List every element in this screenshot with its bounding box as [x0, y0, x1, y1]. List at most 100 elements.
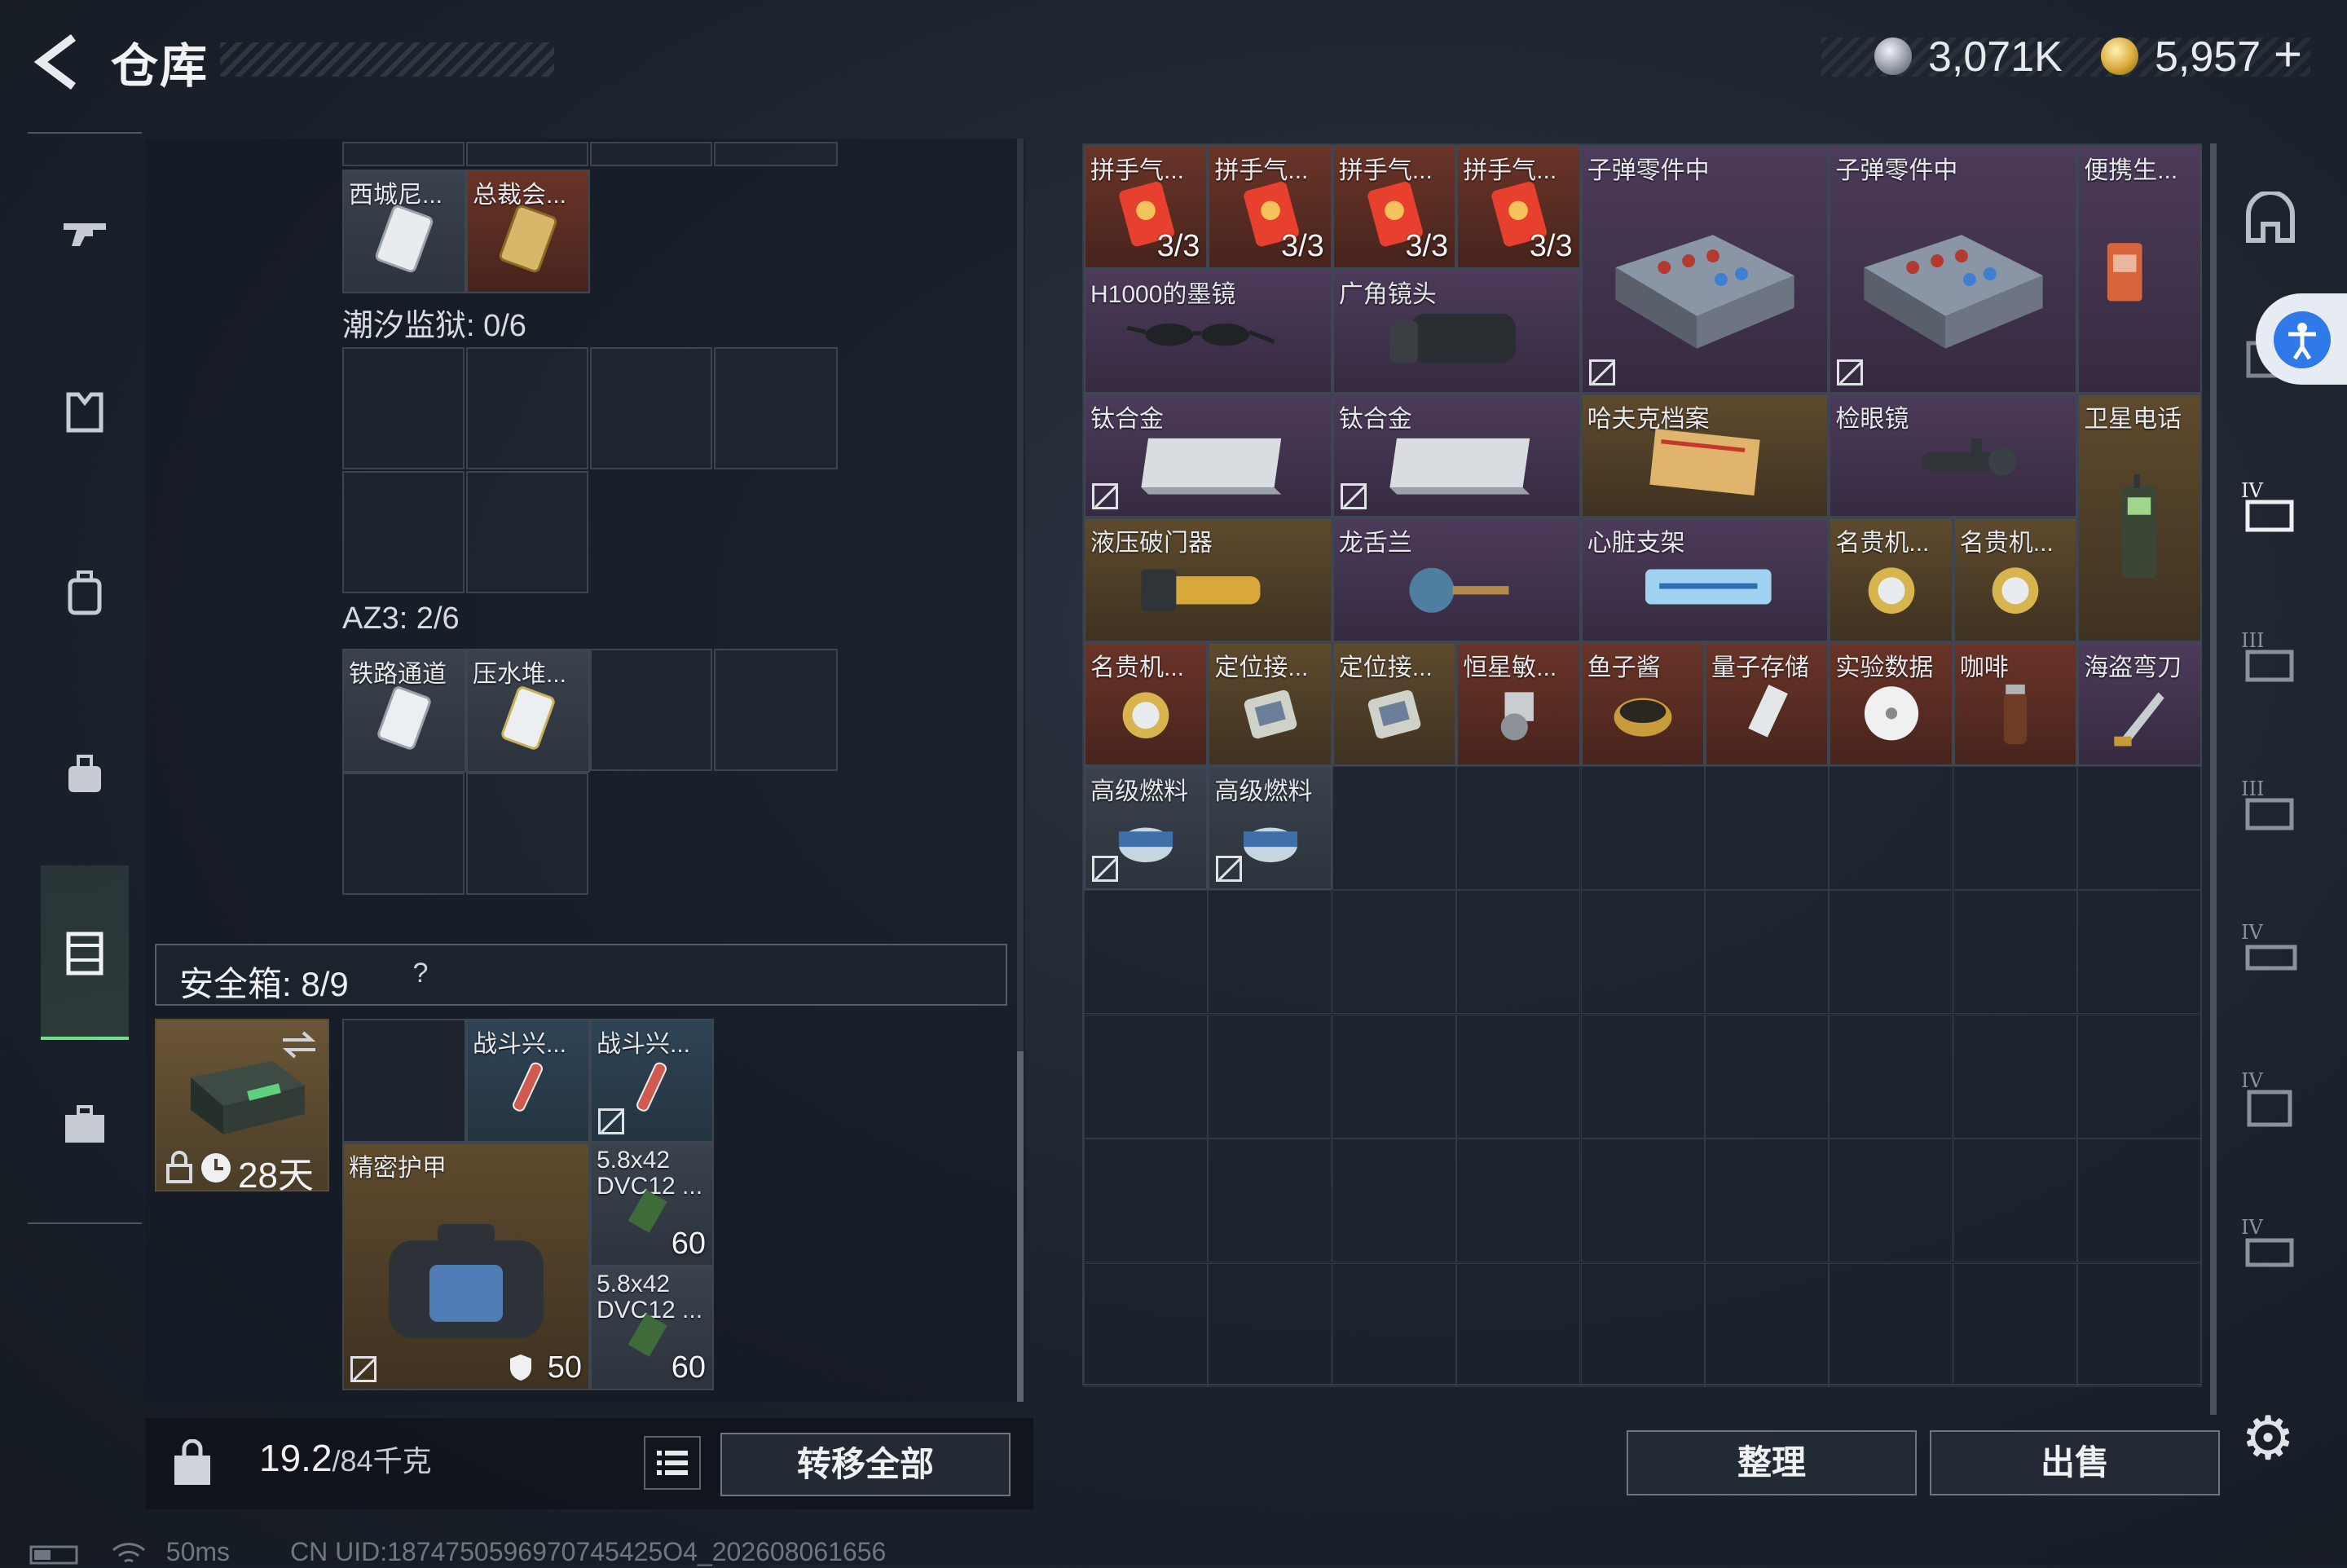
- stash-item[interactable]: 子弹零件中: [1580, 145, 1830, 394]
- stash-item[interactable]: H1000的墨镜: [1084, 269, 1332, 394]
- stash-item[interactable]: 便携生...: [2077, 145, 2202, 394]
- help-icon[interactable]: ?: [401, 954, 440, 993]
- stash-slot[interactable]: [1084, 1262, 1208, 1387]
- stash-item[interactable]: 子弹零件中: [1829, 145, 2078, 394]
- stash-slot[interactable]: [1580, 1014, 1705, 1139]
- stash-slot[interactable]: [1456, 1014, 1581, 1139]
- case-iii-2-icon[interactable]: III: [2231, 768, 2310, 846]
- accessibility-icon[interactable]: [2274, 311, 2331, 368]
- case-iii-icon[interactable]: III: [2231, 619, 2310, 698]
- stash-slot[interactable]: [2077, 890, 2202, 1015]
- stash-slot[interactable]: [1332, 766, 1456, 890]
- stash-slot[interactable]: [1208, 1262, 1332, 1387]
- stash-item[interactable]: 哈夫克档案: [1580, 393, 1830, 518]
- stash-item[interactable]: 海盗弯刀: [2077, 641, 2202, 766]
- slot[interactable]: [466, 142, 588, 166]
- slot[interactable]: [342, 142, 465, 166]
- stash-slot[interactable]: [1829, 766, 1953, 890]
- stash-slot[interactable]: [1456, 766, 1581, 890]
- back-button[interactable]: [24, 29, 90, 95]
- stash-slot[interactable]: [1456, 1262, 1581, 1387]
- stash-slot[interactable]: [1208, 890, 1332, 1015]
- sell-button[interactable]: 出售: [1930, 1430, 2220, 1495]
- case-iv-4-icon[interactable]: IV: [2231, 1059, 2310, 1138]
- stash-slot[interactable]: [1953, 766, 2077, 890]
- stash-item[interactable]: 恒星敏...: [1456, 641, 1581, 766]
- stash-slot[interactable]: [1705, 1262, 1829, 1387]
- stash-slot[interactable]: [1705, 890, 1829, 1015]
- transfer-all-button[interactable]: 转移全部: [720, 1433, 1011, 1496]
- slot[interactable]: [714, 347, 838, 469]
- scrollbar-thumb[interactable]: [1017, 1051, 1024, 1402]
- slot[interactable]: [342, 773, 465, 895]
- stash-item[interactable]: 拼手气... 3/3: [1456, 145, 1581, 270]
- list-view-button[interactable]: [644, 1436, 701, 1490]
- briefcase-icon[interactable]: [60, 1100, 109, 1149]
- gear-icon[interactable]: ⚙: [2241, 1403, 2295, 1473]
- slot[interactable]: [590, 347, 712, 469]
- stash-slot[interactable]: [2077, 1139, 2202, 1263]
- stash-slot[interactable]: [2077, 766, 2202, 890]
- stash-item[interactable]: 心脏支架: [1580, 518, 1830, 642]
- stash-slot[interactable]: [1953, 890, 2077, 1015]
- stash-item[interactable]: 定位接...: [1332, 641, 1457, 766]
- stash-item[interactable]: 检眼镜: [1829, 393, 2078, 518]
- swap-icon[interactable]: [279, 1028, 319, 1061]
- stash-item[interactable]: 名贵机...: [1953, 518, 2078, 642]
- stash-item[interactable]: 高级燃料: [1208, 766, 1332, 891]
- stash-slot[interactable]: [1829, 1262, 1953, 1387]
- inventory-item[interactable]: 压水堆...: [466, 649, 590, 773]
- bag-icon[interactable]: [60, 750, 109, 799]
- inventory-item[interactable]: 战斗兴...: [466, 1019, 590, 1143]
- stash-scrollbar[interactable]: [2210, 143, 2217, 1415]
- stash-slot[interactable]: [1332, 890, 1456, 1015]
- stash-slot[interactable]: [2077, 1262, 2202, 1387]
- stash-item[interactable]: 量子存储: [1705, 641, 1830, 766]
- stash-item[interactable]: 拼手气... 3/3: [1332, 145, 1457, 270]
- stash-slot[interactable]: [1332, 1014, 1456, 1139]
- inventory-item[interactable]: 5.8x42 DVC12 ... 60: [590, 1266, 714, 1390]
- stash-slot[interactable]: [1084, 890, 1208, 1015]
- stash-slot[interactable]: [1332, 1139, 1456, 1263]
- stash-slot[interactable]: [1084, 1014, 1208, 1139]
- safebox-card[interactable]: 28天: [155, 1019, 329, 1196]
- stash-slot[interactable]: [1705, 1014, 1829, 1139]
- inventory-item[interactable]: 5.8x42 DVC12 ... 60: [590, 1143, 714, 1266]
- stash-slot[interactable]: [1953, 1139, 2077, 1263]
- home-icon[interactable]: [2231, 181, 2310, 259]
- stash-item[interactable]: 咖啡: [1953, 641, 2078, 766]
- safebox-icon[interactable]: [60, 927, 109, 976]
- stash-item[interactable]: 实验数据: [1829, 641, 1953, 766]
- stash-item[interactable]: 龙舌兰: [1332, 518, 1581, 642]
- stash-item[interactable]: 钛合金: [1332, 393, 1581, 518]
- stash-item[interactable]: 钛合金: [1084, 393, 1332, 518]
- slot[interactable]: [590, 142, 712, 166]
- armor-icon[interactable]: [60, 388, 109, 437]
- case-iv-5-icon[interactable]: IV: [2231, 1206, 2310, 1284]
- stash-slot[interactable]: [1580, 1139, 1705, 1263]
- gun-icon[interactable]: [60, 207, 109, 256]
- stash-slot[interactable]: [1456, 890, 1581, 1015]
- stash-item[interactable]: 定位接...: [1208, 641, 1332, 766]
- stash-slot[interactable]: [1208, 1014, 1332, 1139]
- stash-item[interactable]: 高级燃料: [1084, 766, 1209, 891]
- stash-slot[interactable]: [1084, 1139, 1208, 1263]
- slot[interactable]: [714, 142, 838, 166]
- stash-slot[interactable]: [1580, 766, 1705, 890]
- stash-slot[interactable]: [1829, 890, 1953, 1015]
- stash-slot[interactable]: [1705, 1139, 1829, 1263]
- slot[interactable]: [342, 347, 465, 469]
- case-iv-2-icon[interactable]: IV: [2231, 469, 2310, 548]
- slot[interactable]: [466, 773, 588, 895]
- stash-slot[interactable]: [1953, 1262, 2077, 1387]
- stash-item[interactable]: 鱼子酱: [1580, 641, 1705, 766]
- slot[interactable]: [590, 649, 712, 771]
- stash-item[interactable]: 名贵机...: [1084, 641, 1209, 766]
- stash-slot[interactable]: [1332, 1262, 1456, 1387]
- slot[interactable]: [466, 347, 588, 469]
- stash-slot[interactable]: [2077, 1014, 2202, 1139]
- stash-item[interactable]: 名贵机...: [1829, 518, 1953, 642]
- inventory-item[interactable]: 西城尼...: [342, 170, 466, 293]
- stash-slot[interactable]: [1829, 1014, 1953, 1139]
- stash-slot[interactable]: [1829, 1139, 1953, 1263]
